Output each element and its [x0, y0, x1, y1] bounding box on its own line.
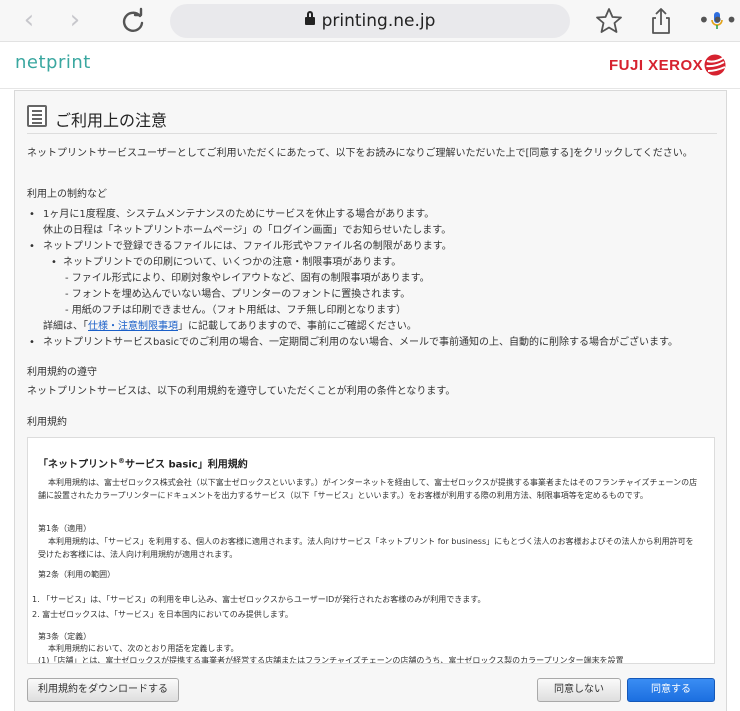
terms-clause: (1)「店舗」とは、富士ゼロックスが提携する事業者が経営する店舗またはフランチャ…	[38, 656, 624, 664]
restriction-subitem: 休止の日程は「ネットプリントホームページ」の「ログイン画面」でお知らせいたします…	[43, 225, 452, 236]
url-text: printing.ne.jp	[321, 11, 436, 31]
notice-panel: ご利用上の注意 ネットプリントサービスユーザーとしてご利用いただくにあたって、以…	[14, 90, 727, 711]
intro-text: ネットプリントサービスユーザーとしてご利用いただくにあたって、以下をお読みになり…	[27, 148, 693, 159]
more-options-icon[interactable]: •••	[698, 10, 737, 40]
spec-detail-prefix: 詳細は、「	[43, 321, 88, 332]
restriction-item: ネットプリントサービスbasicでのご利用の場合、一定期間ご利用のない場合、メー…	[43, 337, 678, 348]
bookmark-star-icon[interactable]	[594, 6, 624, 36]
bullet-marker: •	[29, 337, 35, 348]
disagree-button[interactable]: 同意しない	[537, 678, 621, 702]
terms-clause: 2. 富士ゼロックスは、「サービス」を日本国内においてのみ提供します。	[32, 610, 293, 619]
spec-restrictions-link[interactable]: 仕様・注意制限事項	[88, 321, 178, 332]
bullet-marker: •	[29, 241, 35, 252]
restriction-detail: - ファイル形式により、印刷対象やレイアウトなど、固有の制限事項があります。	[65, 273, 430, 284]
compliance-text: ネットプリントサービスは、以下の利用規約を遵守していただくことが利用の条件となり…	[27, 386, 456, 397]
netprint-logo[interactable]: netprint	[15, 52, 91, 73]
lock-icon	[304, 11, 315, 25]
section-heading-terms: 利用規約	[27, 417, 67, 428]
terms-title-registered: ®	[118, 457, 125, 465]
terms-article-title: 第1条（適用）	[38, 524, 92, 533]
terms-title-post: サービス basic」利用規約	[125, 459, 248, 471]
restriction-detail: - フォントを埋め込んでいない場合、プリンターのフォントに置換されます。	[65, 289, 411, 300]
site-header: netprint FUJI XEROX	[0, 43, 740, 89]
document-icon	[27, 105, 47, 127]
spec-detail-suffix: 」に記載してありますので、事前にご確認ください。	[178, 321, 417, 332]
terms-paragraph: 本利用規約は、富士ゼロックス株式会社（以下富士ゼロックスといいます。）がインター…	[38, 478, 698, 500]
bullet-marker: •	[29, 209, 35, 220]
terms-clause: 1. 「サービス」は、「サービス」の利用を申し込み、富士ゼロックスからユーザーI…	[32, 595, 486, 604]
terms-title: 「ネットプリント®サービス basic」利用規約	[38, 455, 248, 471]
forward-icon[interactable]: ›	[60, 6, 90, 36]
restriction-subitem: ネットプリントでの印刷について、いくつかの注意・制限事項があります。	[63, 257, 402, 268]
bullet-marker: •	[51, 257, 57, 268]
download-terms-button[interactable]: 利用規約をダウンロードする	[27, 678, 179, 702]
section-heading-restrictions: 利用上の制約など	[27, 189, 107, 200]
restriction-detail: - 用紙のフチは印刷できません。（フォト用紙は、フチ無し印刷となります）	[65, 305, 407, 316]
terms-scroll-box[interactable]: 「ネットプリント®サービス basic」利用規約 本利用規約は、富士ゼロックス株…	[27, 437, 715, 664]
fuji-xerox-mark-icon	[704, 54, 726, 76]
section-heading-compliance: 利用規約の遵守	[27, 367, 97, 378]
terms-article-title: 第2条（利用の範囲）	[38, 570, 116, 579]
back-icon[interactable]: ‹	[14, 6, 44, 36]
page-title: ご利用上の注意	[55, 111, 168, 130]
terms-title-pre: 「ネットプリント	[38, 459, 118, 471]
title-divider	[27, 133, 717, 134]
restriction-item: 1ヶ月に1度程度、システムメンテナンスのためにサービスを休止する場合があります。	[43, 209, 435, 220]
browser-toolbar: ‹ › printing.ne.jp •••	[0, 0, 740, 42]
share-icon[interactable]	[646, 6, 676, 36]
terms-paragraph: 本利用規約は、「サービス」を利用する、個人のお客様に適用されます。法人向けサービ…	[38, 537, 694, 559]
agree-button[interactable]: 同意する	[627, 678, 715, 702]
spec-detail-line: 詳細は、「仕様・注意制限事項」に記載してありますので、事前にご確認ください。	[43, 319, 417, 335]
reload-icon[interactable]	[118, 6, 148, 36]
address-bar[interactable]: printing.ne.jp	[170, 4, 723, 38]
restriction-item: ネットプリントで登録できるファイルには、ファイル形式やファイル名の制限があります…	[43, 241, 452, 252]
fuji-xerox-logo: FUJI XEROX	[609, 57, 704, 74]
